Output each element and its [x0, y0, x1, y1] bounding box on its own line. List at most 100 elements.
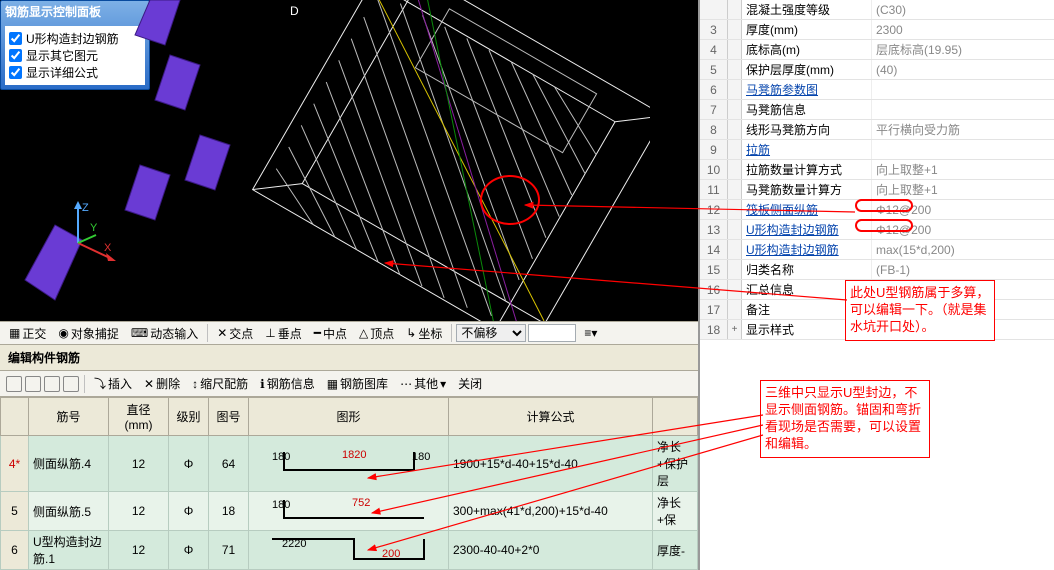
snap-mid[interactable]: ━ 中点 — [309, 323, 352, 344]
insert-button[interactable]: ⤵ 插入 — [89, 373, 137, 394]
prop-value[interactable] — [872, 140, 1054, 159]
prop-index: 9 — [700, 140, 728, 159]
prop-value[interactable]: 平行横向受力筋 — [872, 120, 1054, 139]
offset-select[interactable]: 不偏移 — [456, 324, 526, 342]
prop-value[interactable] — [872, 80, 1054, 99]
viewport-3d[interactable]: 钢筋显示控制面板 U形构造封边钢筋 显示其它图元 显示详细公式 — [0, 0, 698, 321]
prop-row[interactable]: 3厚度(mm)2300 — [700, 20, 1054, 40]
prop-row[interactable]: 11 马凳筋数量计算方向上取整+1 — [700, 180, 1054, 200]
cell-fig[interactable]: 18 — [209, 492, 249, 531]
osnap-toggle[interactable]: ◉ 对象捕捉 — [53, 323, 124, 344]
prop-key[interactable]: 马凳筋参数图 — [742, 80, 872, 99]
snap-perp[interactable]: ⊥ 垂点 — [260, 323, 306, 344]
prop-row[interactable]: 8 线形马凳筋方向平行横向受力筋 — [700, 120, 1054, 140]
row-index[interactable]: 5 — [1, 492, 29, 531]
cell-formula[interactable]: 2300-40-40+2*0 — [449, 531, 653, 570]
rebar-info-button[interactable]: ℹ 钢筋信息 — [255, 373, 320, 394]
nav-prev-icon[interactable] — [25, 376, 41, 392]
prop-key: 线形马凳筋方向 — [742, 120, 872, 139]
col-header: 直径(mm) — [109, 398, 169, 436]
snap-end[interactable]: △ 顶点 — [354, 323, 399, 344]
ortho-toggle[interactable]: ▦ 正交 — [4, 323, 51, 344]
prop-row[interactable]: 15归类名称(FB-1) — [700, 260, 1054, 280]
prop-index: 5 — [700, 60, 728, 79]
cell-fig[interactable]: 64 — [209, 436, 249, 492]
row-index[interactable]: 6 — [1, 531, 29, 570]
prop-row[interactable]: 5保护层厚度(mm)(40) — [700, 60, 1054, 80]
row-index[interactable]: 4* — [1, 436, 29, 492]
cell-formula[interactable]: 300+max(41*d,200)+15*d-40 — [449, 492, 653, 531]
cell-name[interactable]: 侧面纵筋.4 — [29, 436, 109, 492]
cell-dia[interactable]: 12 — [109, 436, 169, 492]
prop-key[interactable]: U形构造封边钢筋 — [742, 220, 872, 239]
snap-coord[interactable]: ↳ 坐标 — [401, 323, 447, 344]
rebar-edit-toolbar: ⤵ 插入 ✕ 删除 ↕ 缩尺配筋 ℹ 钢筋信息 ▦ 钢筋图库 ⋯ 其他▾ 关闭 — [0, 371, 698, 397]
expand-icon[interactable]: + — [728, 320, 742, 339]
section-title: 编辑构件钢筋 — [0, 345, 698, 371]
cell-grade[interactable]: Φ — [169, 531, 209, 570]
other-button[interactable]: ⋯ 其他▾ — [395, 373, 451, 394]
prop-row[interactable]: 7马凳筋信息 — [700, 100, 1054, 120]
cell-name[interactable]: 侧面纵筋.5 — [29, 492, 109, 531]
cell-shape[interactable]: 2220200 — [249, 531, 449, 570]
scale-button[interactable]: ↕ 缩尺配筋 — [187, 373, 253, 394]
prop-index: 15 — [700, 260, 728, 279]
delete-button[interactable]: ✕ 删除 — [139, 373, 185, 394]
cell-grade[interactable]: Φ — [169, 436, 209, 492]
annotation-1: 此处U型钢筋属于多算，可以编辑一下。（就是集水坑开口处）。 — [845, 280, 995, 341]
prop-value[interactable]: 向上取整+1 — [872, 180, 1054, 199]
prop-key[interactable]: U形构造封边钢筋 — [742, 240, 872, 259]
prop-row[interactable]: 混凝土强度等级(C30) — [700, 0, 1054, 20]
dyn-input-toggle[interactable]: ⌨ 动态输入 — [126, 323, 203, 344]
prop-index: 11 — [700, 180, 728, 199]
expand-icon — [728, 260, 742, 279]
col-header — [1, 398, 29, 436]
highlight-ellipse — [480, 175, 540, 225]
snap-cross[interactable]: ✕ 交点 — [212, 323, 258, 344]
prop-row[interactable]: 10拉筋数量计算方式向上取整+1 — [700, 160, 1054, 180]
cell-name[interactable]: U型构造封边筋.1 — [29, 531, 109, 570]
prop-value[interactable]: 层底标高(19.95) — [872, 40, 1054, 59]
cell-grade[interactable]: Φ — [169, 492, 209, 531]
expand-icon — [728, 100, 742, 119]
snap-toolbar: ▦ 正交 ◉ 对象捕捉 ⌨ 动态输入 ✕ 交点 ⊥ 垂点 ━ 中点 △ 顶点 ↳… — [0, 321, 698, 345]
prop-value[interactable]: (C30) — [872, 0, 1054, 19]
nav-first-icon[interactable] — [6, 376, 22, 392]
col-header: 计算公式 — [449, 398, 653, 436]
cell-formula[interactable]: 1900+15*d-40+15*d-40 — [449, 436, 653, 492]
prop-index: 8 — [700, 120, 728, 139]
prop-row[interactable]: 4底标高(m)层底标高(19.95) — [700, 40, 1054, 60]
offset-value[interactable] — [528, 324, 576, 342]
prop-key: 马凳筋数量计算方 — [742, 180, 872, 199]
prop-key[interactable]: 筏板侧面纵筋 — [742, 200, 872, 219]
cell-shape[interactable]: 180752 — [249, 492, 449, 531]
rebar-lib-button[interactable]: ▦ 钢筋图库 — [322, 373, 393, 394]
cell-fig[interactable]: 71 — [209, 531, 249, 570]
col-header: 图形 — [249, 398, 449, 436]
prop-key: 马凳筋信息 — [742, 100, 872, 119]
nav-next-icon[interactable] — [44, 376, 60, 392]
prop-index: 3 — [700, 20, 728, 39]
prop-row[interactable]: 9 拉筋 — [700, 140, 1054, 160]
prop-value[interactable]: 向上取整+1 — [872, 160, 1054, 179]
prop-value[interactable]: (FB-1) — [872, 260, 1054, 279]
cell-dia[interactable]: 12 — [109, 492, 169, 531]
expand-icon — [728, 140, 742, 159]
prop-index: 12 — [700, 200, 728, 219]
cell-shape[interactable]: 1801820180 — [249, 436, 449, 492]
col-header: 图号 — [209, 398, 249, 436]
prop-value[interactable]: (40) — [872, 60, 1054, 79]
prop-row[interactable]: 14U形构造封边钢筋max(15*d,200) — [700, 240, 1054, 260]
rebar-table[interactable]: 筋号直径(mm)级别图号图形计算公式 4*侧面纵筋.412Φ6418018201… — [0, 397, 698, 570]
prop-index: 17 — [700, 300, 728, 319]
prop-value[interactable] — [872, 100, 1054, 119]
nav-last-icon[interactable] — [63, 376, 79, 392]
cell-dia[interactable]: 12 — [109, 531, 169, 570]
prop-key[interactable]: 拉筋 — [742, 140, 872, 159]
prop-key: 混凝土强度等级 — [742, 0, 872, 19]
close-button[interactable]: 关闭 — [453, 373, 487, 394]
prop-value[interactable]: max(15*d,200) — [872, 240, 1054, 259]
prop-value[interactable]: 2300 — [872, 20, 1054, 39]
prop-index — [700, 0, 728, 19]
prop-row[interactable]: 6马凳筋参数图 — [700, 80, 1054, 100]
